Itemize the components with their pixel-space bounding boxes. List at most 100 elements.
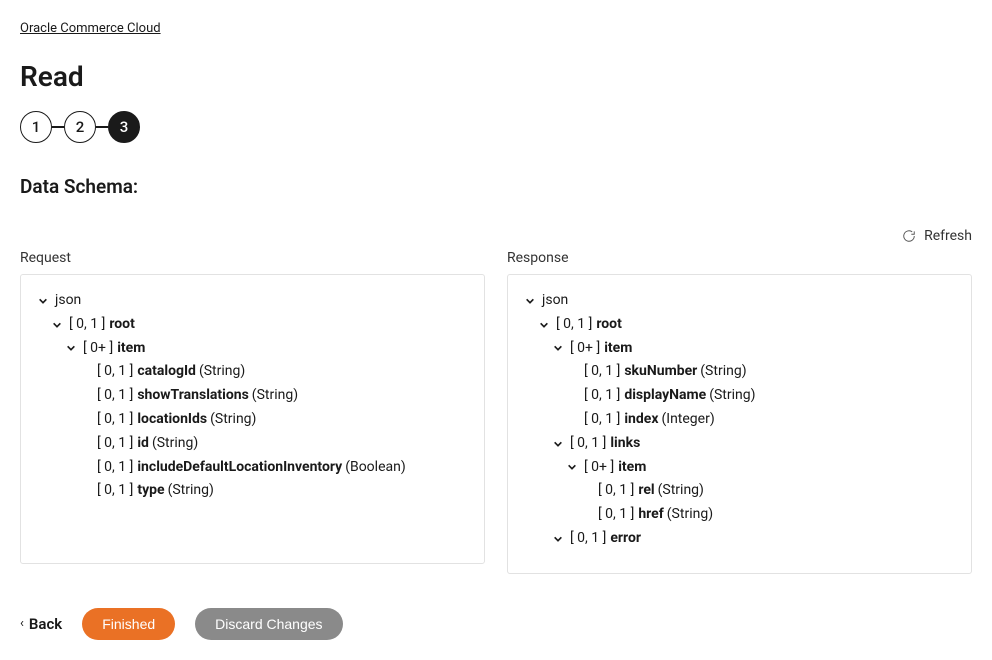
tree-row-json[interactable]: json [35,289,470,313]
tree-field-name: displayName [624,384,706,408]
tree-row-leaf[interactable]: [ 0, 1 ] type (String) [35,479,470,503]
chevron-down-icon[interactable] [63,340,79,356]
tree-field-name: href [638,503,663,527]
tree-row-item[interactable]: [ 0+ ] item [35,337,470,361]
tree-row-leaf[interactable]: [ 0, 1 ] index (Integer) [522,408,957,432]
tree-field-name: rel [638,479,654,503]
chevron-down-icon[interactable] [35,293,51,309]
tree-range: [ 0, 1 ] [598,479,634,503]
tree-range: [ 0+ ] [584,456,614,480]
back-label: Back [29,615,62,633]
chevron-down-icon[interactable] [536,317,552,333]
tree-field-type: (String) [199,360,245,384]
tree-row-root[interactable]: [ 0, 1 ] root [522,313,957,337]
tree-field-name: root [109,313,134,337]
tree-row-links-item[interactable]: [ 0+ ] item [522,456,957,480]
page-title: Read [20,60,972,93]
tree-row-leaf[interactable]: [ 0, 1 ] locationIds (String) [35,408,470,432]
tree-field-type: (Integer) [661,408,714,432]
step-1[interactable]: 1 [20,111,52,143]
chevron-left-icon: ‹ [20,616,24,631]
chevron-down-icon[interactable] [564,459,580,475]
tree-field-name: item [604,337,632,361]
tree-row-leaf[interactable]: [ 0, 1 ] catalogId (String) [35,360,470,384]
tree-field-type: (String) [658,479,704,503]
response-label: Response [507,250,972,266]
tree-row-leaf[interactable]: [ 0, 1 ] displayName (String) [522,384,957,408]
tree-row-leaf[interactable]: [ 0, 1 ] showTranslations (String) [35,384,470,408]
tree-row-item[interactable]: [ 0+ ] item [522,337,957,361]
tree-field-name: showTranslations [137,384,248,408]
tree-field-name: item [618,456,646,480]
tree-field-type: (Boolean) [345,456,406,480]
tree-field-type: (String) [252,384,298,408]
tree-field-type: (String) [667,503,713,527]
tree-row-leaf[interactable]: [ 0, 1 ] href (String) [522,503,957,527]
request-column: Request json [ 0, 1 ] root [ 0+ ] item [… [20,250,485,574]
footer-actions: ‹ Back Finished Discard Changes [20,608,972,640]
tree-range: [ 0, 1 ] [584,360,620,384]
tree-field-name: includeDefaultLocationInventory [137,456,342,480]
tree-field-name: id [137,432,149,456]
tree-label: json [55,289,81,313]
step-2[interactable]: 2 [64,111,96,143]
stepper: 1 2 3 [20,111,972,143]
request-label: Request [20,250,485,266]
tree-row-root[interactable]: [ 0, 1 ] root [35,313,470,337]
chevron-down-icon[interactable] [550,531,566,547]
step-3[interactable]: 3 [108,111,140,143]
request-panel: json [ 0, 1 ] root [ 0+ ] item [ 0, 1 ] … [20,274,485,564]
tree-label: json [542,289,568,313]
tree-range: [ 0, 1 ] [97,432,133,456]
chevron-down-icon[interactable] [522,293,538,309]
tree-field-type: (String) [210,408,256,432]
tree-field-name: catalogId [137,360,196,384]
section-title: Data Schema: [20,175,972,198]
tree-row-json[interactable]: json [522,289,957,313]
finished-button[interactable]: Finished [82,608,175,640]
tree-row-leaf[interactable]: [ 0, 1 ] skuNumber (String) [522,360,957,384]
tree-row-error[interactable]: [ 0, 1 ] error [522,527,957,551]
tree-range: [ 0, 1 ] [570,432,606,456]
tree-field-name: error [610,527,641,551]
tree-field-name: locationIds [137,408,207,432]
step-connector [52,126,64,128]
step-connector [96,126,108,128]
chevron-down-icon[interactable] [49,317,65,333]
tree-field-name: index [624,408,658,432]
tree-field-type: (String) [700,360,746,384]
tree-field-name: skuNumber [624,360,697,384]
chevron-down-icon[interactable] [550,340,566,356]
tree-range: [ 0, 1 ] [598,503,634,527]
tree-range: [ 0, 1 ] [584,408,620,432]
tree-range: [ 0+ ] [83,337,113,361]
response-column: Response json [ 0, 1 ] root [ 0+ ] item … [507,250,972,574]
chevron-down-icon[interactable] [550,436,566,452]
tree-field-type: (String) [152,432,198,456]
discard-button[interactable]: Discard Changes [195,608,342,640]
tree-range: [ 0, 1 ] [69,313,105,337]
tree-range: [ 0, 1 ] [584,384,620,408]
tree-range: [ 0, 1 ] [97,408,133,432]
tree-field-name: item [117,337,145,361]
tree-range: [ 0, 1 ] [97,384,133,408]
tree-field-type: (String) [709,384,755,408]
refresh-button[interactable]: Refresh [20,228,972,244]
schema-panels: Request json [ 0, 1 ] root [ 0+ ] item [… [20,250,972,574]
tree-range: [ 0+ ] [570,337,600,361]
tree-row-leaf[interactable]: [ 0, 1 ] rel (String) [522,479,957,503]
tree-row-leaf[interactable]: [ 0, 1 ] includeDefaultLocationInventory… [35,456,470,480]
tree-field-name: links [610,432,640,456]
refresh-icon [902,229,916,243]
tree-row-leaf[interactable]: [ 0, 1 ] id (String) [35,432,470,456]
tree-range: [ 0, 1 ] [97,479,133,503]
tree-field-name: root [596,313,621,337]
tree-row-links[interactable]: [ 0, 1 ] links [522,432,957,456]
tree-field-name: type [137,479,164,503]
tree-range: [ 0, 1 ] [570,527,606,551]
tree-range: [ 0, 1 ] [97,456,133,480]
response-panel: json [ 0, 1 ] root [ 0+ ] item [ 0, 1 ] … [507,274,972,574]
breadcrumb-link[interactable]: Oracle Commerce Cloud [20,21,161,36]
tree-field-type: (String) [168,479,214,503]
back-button[interactable]: ‹ Back [20,615,62,633]
